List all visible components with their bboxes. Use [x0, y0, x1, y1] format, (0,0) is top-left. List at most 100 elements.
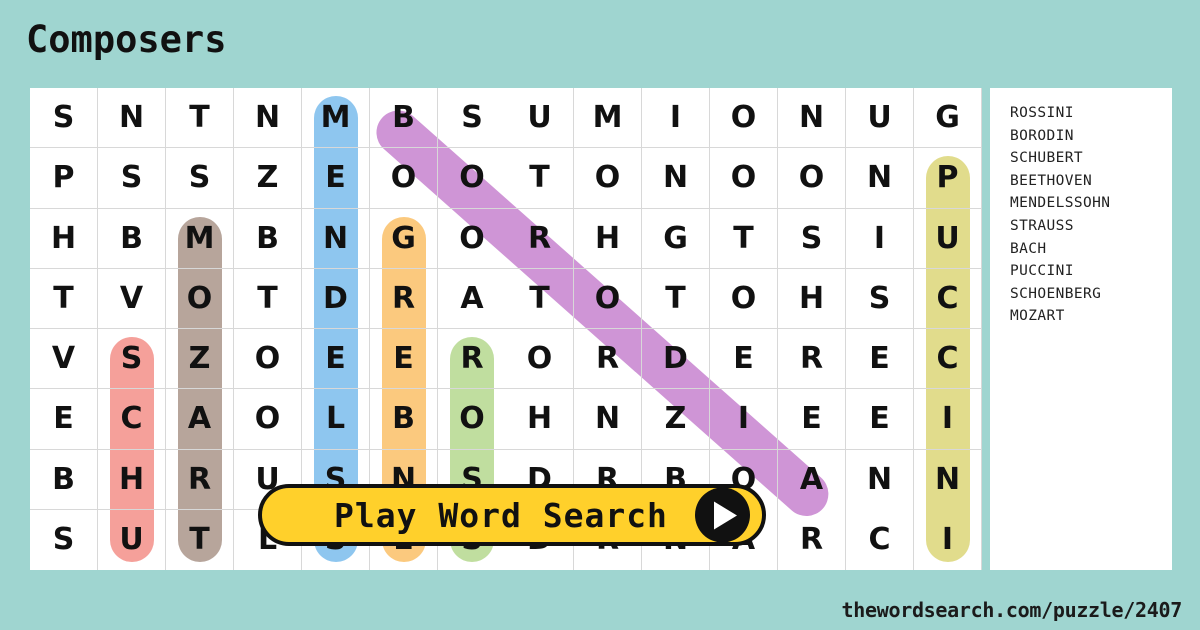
grid-cell[interactable]: S	[846, 268, 914, 329]
grid-cell[interactable]: C	[98, 389, 166, 450]
grid-cell[interactable]: R	[506, 208, 574, 269]
grid-cell[interactable]: C	[914, 268, 982, 329]
grid-cell[interactable]: O	[574, 268, 642, 329]
grid-cell[interactable]: I	[914, 389, 982, 450]
grid-cell[interactable]: N	[846, 148, 914, 209]
grid-cell[interactable]: I	[846, 208, 914, 269]
grid-cell[interactable]: E	[302, 329, 370, 390]
grid-cell[interactable]: H	[30, 208, 98, 269]
grid-cell[interactable]: Z	[166, 329, 234, 390]
grid-cell[interactable]: D	[642, 329, 710, 390]
word-list: ROSSINI BORODIN SCHUBERT BEETHOVEN MENDELSSO…	[1010, 102, 1172, 328]
grid-cell[interactable]: G	[370, 208, 438, 269]
grid-cell[interactable]: O	[370, 148, 438, 209]
grid-cell[interactable]: E	[302, 148, 370, 209]
grid-cell[interactable]: B	[234, 208, 302, 269]
grid-cell[interactable]: R	[166, 449, 234, 510]
grid-cell[interactable]: U	[98, 509, 166, 570]
grid-cell[interactable]: U	[914, 208, 982, 269]
grid-cell[interactable]: O	[710, 268, 778, 329]
play-button-label: Play Word Search	[334, 495, 668, 535]
grid-cell[interactable]: T	[642, 268, 710, 329]
grid-cell[interactable]: R	[778, 329, 846, 390]
grid-cell[interactable]: B	[370, 389, 438, 450]
grid-cell[interactable]: N	[234, 88, 302, 149]
grid-cell[interactable]: E	[778, 389, 846, 450]
grid-cell[interactable]: I	[710, 389, 778, 450]
grid-cell[interactable]: O	[506, 329, 574, 390]
grid-cell[interactable]: S	[30, 509, 98, 570]
grid-cell[interactable]: T	[166, 88, 234, 149]
grid-cell[interactable]: H	[574, 208, 642, 269]
grid-cell[interactable]: E	[370, 329, 438, 390]
grid-cell[interactable]: B	[98, 208, 166, 269]
grid-cell[interactable]: S	[166, 148, 234, 209]
grid-cell[interactable]: M	[166, 208, 234, 269]
grid-cell[interactable]: O	[574, 148, 642, 209]
grid-cell[interactable]: V	[30, 329, 98, 390]
grid-cell[interactable]: O	[778, 148, 846, 209]
grid-cell[interactable]: U	[506, 88, 574, 149]
grid-cell[interactable]: A	[778, 449, 846, 510]
grid-cell[interactable]: P	[914, 148, 982, 209]
grid-cell[interactable]: S	[98, 329, 166, 390]
grid-cell[interactable]: T	[234, 268, 302, 329]
grid-cell[interactable]: I	[642, 88, 710, 149]
grid-cell[interactable]: N	[574, 389, 642, 450]
grid-cell[interactable]: G	[914, 88, 982, 149]
grid-cell[interactable]: E	[30, 389, 98, 450]
grid-cell[interactable]: H	[778, 268, 846, 329]
grid-cell[interactable]: O	[710, 148, 778, 209]
grid-cell[interactable]: T	[710, 208, 778, 269]
grid-cell[interactable]: N	[302, 208, 370, 269]
grid-cell[interactable]: E	[846, 329, 914, 390]
grid-cell[interactable]: G	[642, 208, 710, 269]
grid-cell[interactable]: T	[506, 268, 574, 329]
grid-cell[interactable]: R	[574, 329, 642, 390]
grid-cell[interactable]: T	[30, 268, 98, 329]
grid-cell[interactable]: S	[438, 88, 506, 149]
grid-cell[interactable]: O	[234, 329, 302, 390]
grid-cell[interactable]: O	[710, 88, 778, 149]
grid-cell[interactable]: T	[166, 509, 234, 570]
grid-cell[interactable]: M	[574, 88, 642, 149]
grid-cell[interactable]: Z	[642, 389, 710, 450]
grid-cell[interactable]: C	[914, 329, 982, 390]
grid-cell[interactable]: O	[166, 268, 234, 329]
grid-cell[interactable]: O	[438, 148, 506, 209]
grid-cell[interactable]: E	[846, 389, 914, 450]
play-word-search-button[interactable]: Play Word Search	[258, 484, 766, 546]
grid-cell[interactable]: R	[438, 329, 506, 390]
grid-cell[interactable]: N	[846, 449, 914, 510]
grid-cell[interactable]: O	[438, 209, 506, 269]
grid-cell[interactable]: N	[98, 88, 166, 149]
grid-cell[interactable]: A	[438, 269, 506, 329]
grid-cell[interactable]: H	[506, 389, 574, 450]
grid-cell[interactable]: N	[642, 148, 710, 209]
grid-cell[interactable]: P	[30, 148, 98, 209]
grid-cell[interactable]: M	[302, 88, 370, 149]
grid-cell[interactable]: S	[778, 208, 846, 269]
grid-cell[interactable]: O	[234, 389, 302, 450]
grid-cell[interactable]: S	[30, 88, 98, 149]
grid-cell[interactable]: U	[846, 88, 914, 149]
grid-cell[interactable]: L	[302, 389, 370, 450]
word-list-panel: ROSSINI BORODIN SCHUBERT BEETHOVEN MENDELSSO…	[990, 88, 1172, 570]
grid-cell[interactable]: Z	[234, 148, 302, 209]
grid-cell[interactable]: I	[914, 509, 982, 570]
grid-cell[interactable]: A	[166, 389, 234, 450]
grid-cell[interactable]: N	[914, 449, 982, 510]
grid-cell[interactable]: B	[30, 449, 98, 510]
grid-cell[interactable]: C	[846, 509, 914, 570]
grid-cell[interactable]: R	[370, 268, 438, 329]
grid-cell[interactable]: S	[98, 148, 166, 209]
grid-cell[interactable]: O	[438, 389, 506, 450]
grid-cell[interactable]: N	[778, 88, 846, 149]
grid-cell[interactable]: B	[370, 88, 438, 149]
grid-cell[interactable]: E	[710, 329, 778, 390]
grid-cell[interactable]: D	[302, 268, 370, 329]
grid-cell[interactable]: R	[778, 509, 846, 570]
grid-cell[interactable]: H	[98, 449, 166, 510]
grid-cell[interactable]: T	[506, 148, 574, 209]
grid-cell[interactable]: V	[98, 268, 166, 329]
